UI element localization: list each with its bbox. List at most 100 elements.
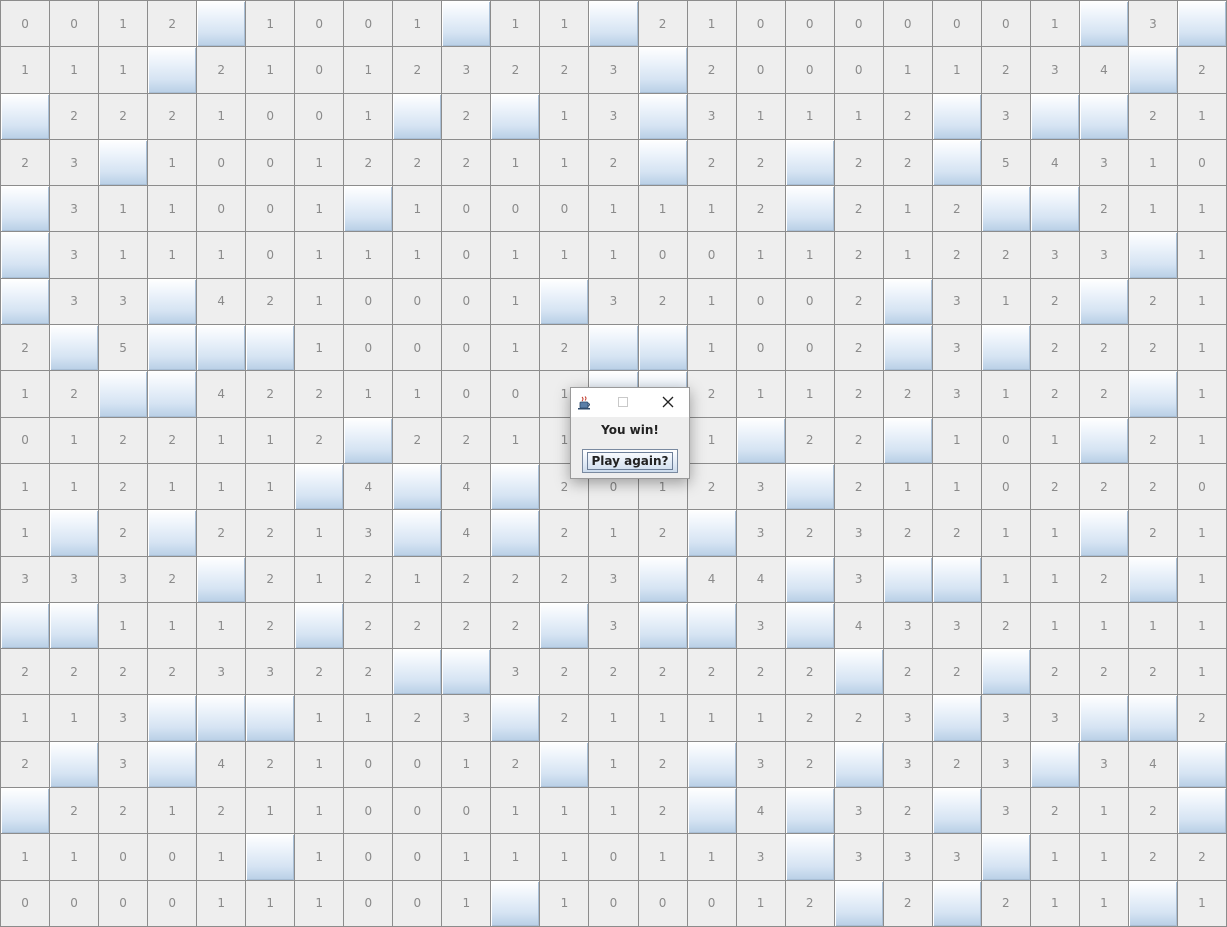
covered-cell[interactable] — [589, 325, 639, 372]
revealed-cell[interactable]: 0 — [442, 186, 492, 233]
revealed-cell[interactable]: 1 — [99, 1, 149, 48]
covered-cell[interactable] — [50, 510, 100, 557]
revealed-cell[interactable]: 3 — [197, 649, 247, 696]
revealed-cell[interactable]: 1 — [1177, 232, 1227, 279]
revealed-cell[interactable]: 2 — [50, 649, 100, 696]
revealed-cell[interactable]: 3 — [50, 556, 100, 603]
revealed-cell[interactable]: 1 — [1177, 602, 1227, 650]
revealed-cell[interactable]: 1 — [393, 186, 443, 233]
revealed-cell[interactable]: 2 — [638, 788, 688, 835]
revealed-cell[interactable]: 1 — [589, 788, 639, 835]
revealed-cell[interactable]: 0 — [197, 186, 247, 233]
covered-cell[interactable] — [148, 695, 198, 742]
revealed-cell[interactable]: 0 — [393, 834, 443, 881]
covered-cell[interactable] — [687, 741, 737, 789]
revealed-cell[interactable]: 2 — [295, 417, 345, 464]
revealed-cell[interactable]: 0 — [295, 1, 345, 48]
revealed-cell[interactable]: 2 — [99, 510, 149, 557]
revealed-cell[interactable]: 0 — [295, 93, 345, 140]
revealed-cell[interactable]: 2 — [1128, 417, 1178, 464]
covered-cell[interactable] — [785, 139, 835, 187]
revealed-cell[interactable]: 2 — [50, 788, 100, 835]
covered-cell[interactable] — [491, 93, 541, 140]
revealed-cell[interactable]: 1 — [785, 371, 835, 418]
revealed-cell[interactable]: 0 — [883, 1, 933, 48]
covered-cell[interactable] — [785, 788, 835, 835]
revealed-cell[interactable]: 2 — [1177, 834, 1227, 881]
revealed-cell[interactable]: 2 — [246, 510, 296, 557]
revealed-cell[interactable]: 1 — [883, 463, 933, 511]
revealed-cell[interactable]: 1 — [687, 834, 737, 881]
covered-cell[interactable] — [883, 325, 933, 372]
revealed-cell[interactable]: 2 — [491, 47, 541, 94]
covered-cell[interactable] — [883, 417, 933, 464]
revealed-cell[interactable]: 1 — [197, 463, 247, 511]
revealed-cell[interactable]: 3 — [99, 741, 149, 789]
revealed-cell[interactable]: 1 — [687, 417, 737, 464]
revealed-cell[interactable]: 2 — [834, 186, 884, 233]
revealed-cell[interactable]: 4 — [197, 741, 247, 789]
revealed-cell[interactable]: 2 — [687, 371, 737, 418]
revealed-cell[interactable]: 1 — [687, 695, 737, 742]
revealed-cell[interactable]: 0 — [785, 47, 835, 94]
revealed-cell[interactable]: 3 — [736, 834, 786, 881]
revealed-cell[interactable]: 1 — [295, 556, 345, 603]
revealed-cell[interactable]: 3 — [442, 695, 492, 742]
revealed-cell[interactable]: 5 — [99, 325, 149, 372]
revealed-cell[interactable]: 2 — [1128, 93, 1178, 140]
covered-cell[interactable] — [1079, 510, 1129, 557]
revealed-cell[interactable]: 0 — [442, 325, 492, 372]
revealed-cell[interactable]: 3 — [589, 93, 639, 140]
covered-cell[interactable] — [197, 325, 247, 372]
revealed-cell[interactable]: 2 — [295, 371, 345, 418]
revealed-cell[interactable]: 0 — [736, 47, 786, 94]
revealed-cell[interactable]: 2 — [834, 232, 884, 279]
revealed-cell[interactable]: 1 — [1030, 834, 1080, 881]
revealed-cell[interactable]: 1 — [148, 186, 198, 233]
revealed-cell[interactable]: 3 — [981, 695, 1031, 742]
revealed-cell[interactable]: 2 — [1128, 325, 1178, 372]
covered-cell[interactable] — [638, 47, 688, 94]
revealed-cell[interactable]: 2 — [638, 278, 688, 326]
revealed-cell[interactable]: 2 — [638, 649, 688, 696]
revealed-cell[interactable]: 2 — [1079, 325, 1129, 372]
revealed-cell[interactable]: 2 — [638, 510, 688, 557]
revealed-cell[interactable]: 1 — [1079, 834, 1129, 881]
revealed-cell[interactable]: 2 — [99, 417, 149, 464]
revealed-cell[interactable]: 1 — [295, 325, 345, 372]
revealed-cell[interactable]: 3 — [687, 93, 737, 140]
revealed-cell[interactable]: 1 — [785, 232, 835, 279]
revealed-cell[interactable]: 0 — [99, 834, 149, 881]
revealed-cell[interactable]: 2 — [1079, 649, 1129, 696]
revealed-cell[interactable]: 4 — [442, 510, 492, 557]
covered-cell[interactable] — [932, 556, 982, 603]
covered-cell[interactable] — [148, 278, 198, 326]
revealed-cell[interactable]: 1 — [638, 834, 688, 881]
revealed-cell[interactable]: 1 — [246, 417, 296, 464]
revealed-cell[interactable]: 0 — [638, 880, 688, 927]
revealed-cell[interactable]: 1 — [540, 880, 590, 927]
revealed-cell[interactable]: 0 — [442, 788, 492, 835]
covered-cell[interactable] — [50, 741, 100, 789]
revealed-cell[interactable]: 1 — [50, 834, 100, 881]
revealed-cell[interactable]: 3 — [981, 93, 1031, 140]
revealed-cell[interactable]: 2 — [540, 325, 590, 372]
revealed-cell[interactable]: 1 — [295, 788, 345, 835]
revealed-cell[interactable]: 1 — [442, 834, 492, 881]
revealed-cell[interactable]: 0 — [393, 278, 443, 326]
revealed-cell[interactable]: 2 — [148, 93, 198, 140]
covered-cell[interactable] — [1030, 93, 1080, 140]
revealed-cell[interactable]: 2 — [883, 139, 933, 187]
revealed-cell[interactable]: 1 — [932, 417, 982, 464]
revealed-cell[interactable]: 1 — [344, 695, 394, 742]
revealed-cell[interactable]: 2 — [589, 649, 639, 696]
revealed-cell[interactable]: 2 — [1128, 834, 1178, 881]
revealed-cell[interactable]: 0 — [785, 1, 835, 48]
revealed-cell[interactable]: 1 — [197, 602, 247, 650]
revealed-cell[interactable]: 2 — [834, 463, 884, 511]
revealed-cell[interactable]: 2 — [1, 741, 51, 789]
revealed-cell[interactable]: 1 — [50, 463, 100, 511]
revealed-cell[interactable]: 4 — [687, 556, 737, 603]
revealed-cell[interactable]: 0 — [1, 417, 51, 464]
revealed-cell[interactable]: 0 — [1177, 463, 1227, 511]
